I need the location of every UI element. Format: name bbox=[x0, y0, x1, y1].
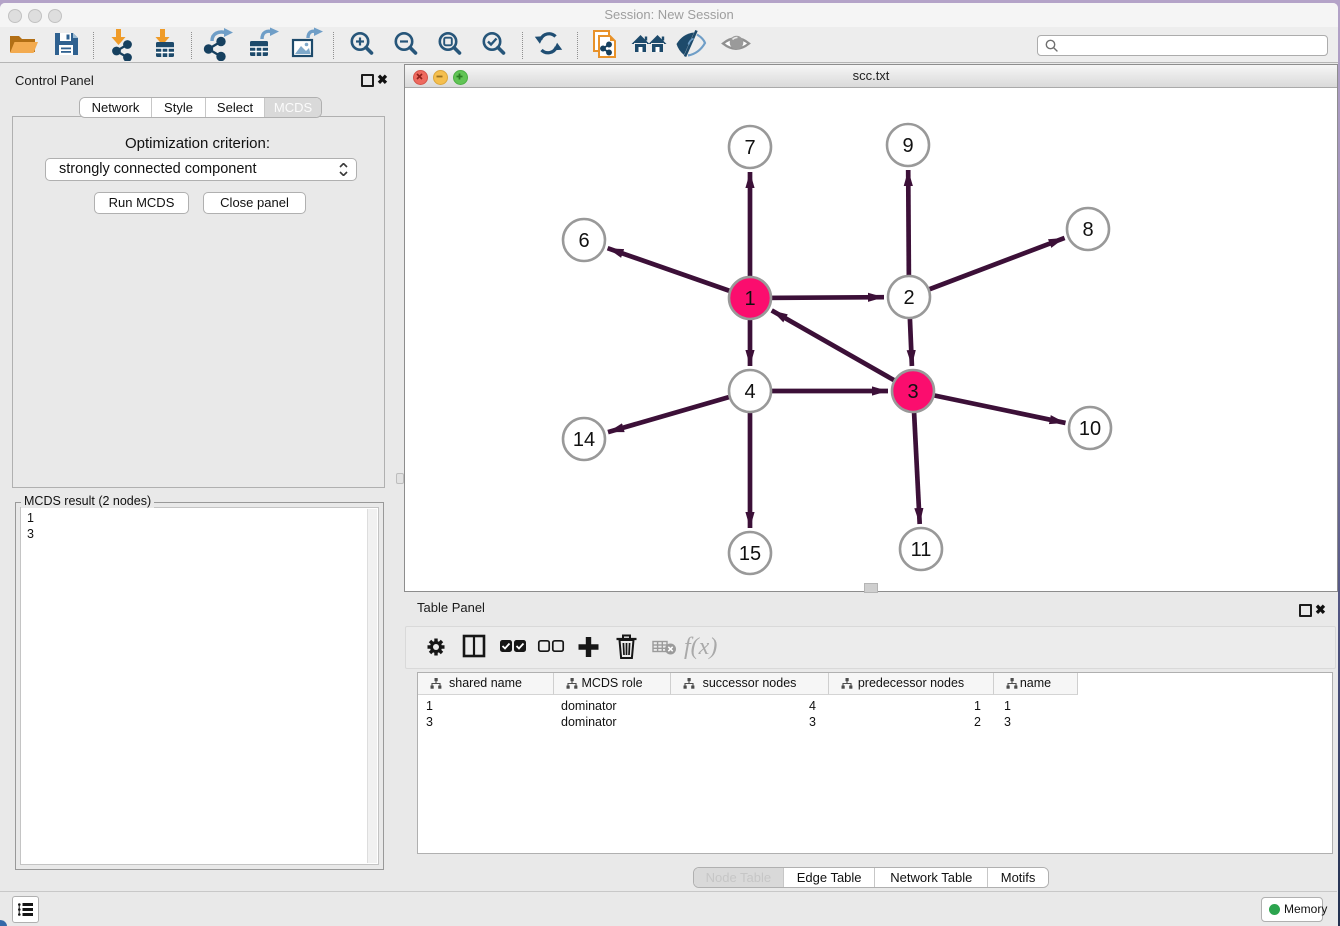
svg-text:8: 8 bbox=[1082, 219, 1093, 241]
svg-text:7: 7 bbox=[744, 137, 755, 159]
svg-text:10: 10 bbox=[1079, 418, 1101, 440]
svg-text:3: 3 bbox=[907, 381, 918, 403]
svg-text:9: 9 bbox=[902, 135, 913, 157]
svg-text:14: 14 bbox=[573, 429, 595, 451]
svg-text:2: 2 bbox=[903, 287, 914, 309]
svg-text:11: 11 bbox=[911, 539, 932, 561]
svg-text:1: 1 bbox=[744, 288, 755, 310]
svg-text:4: 4 bbox=[744, 381, 755, 403]
svg-text:15: 15 bbox=[739, 543, 761, 565]
svg-text:6: 6 bbox=[578, 230, 589, 252]
